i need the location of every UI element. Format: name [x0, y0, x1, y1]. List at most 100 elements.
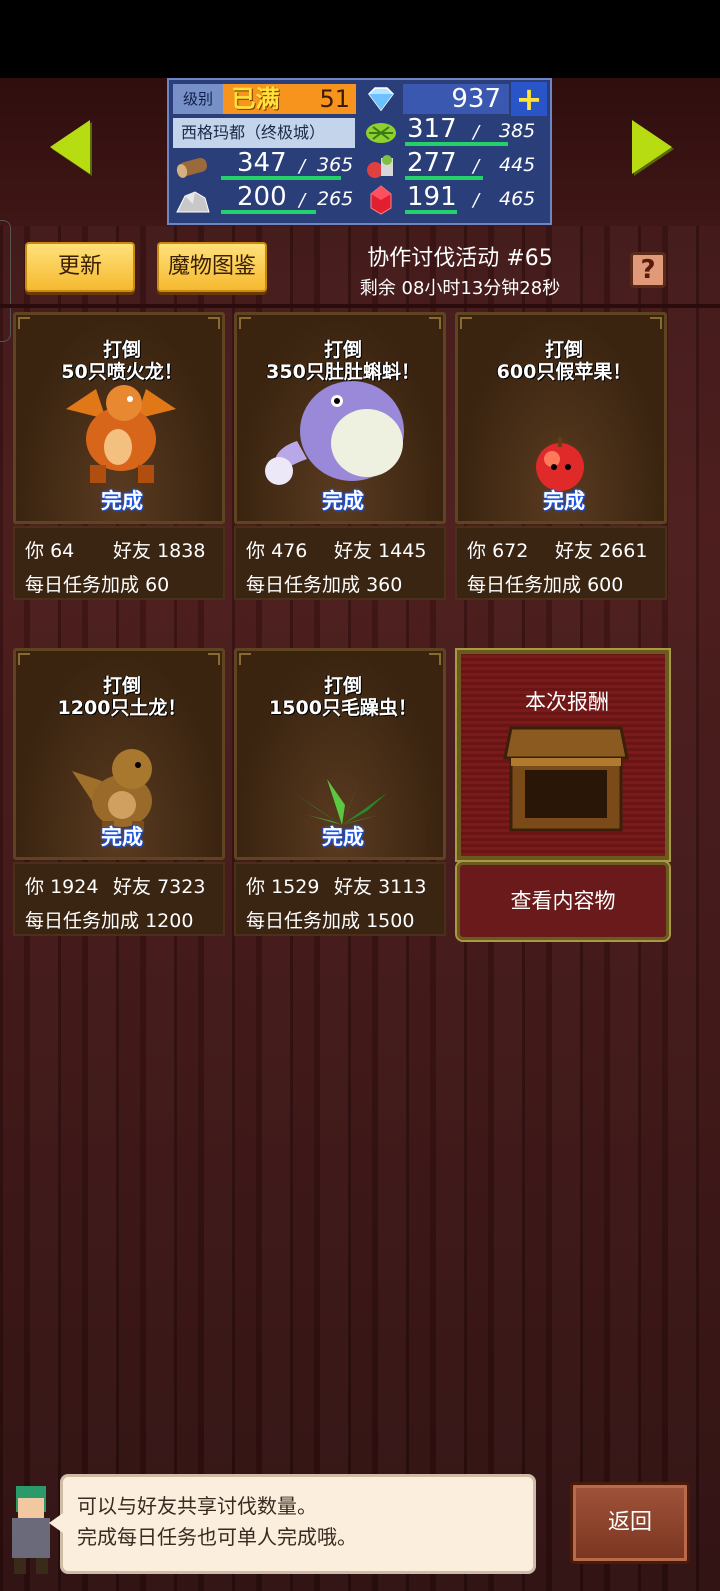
monster-book-button[interactable]: 魔物图鉴 [157, 242, 267, 292]
daily-bonus: 每日任务加成 1200 [25, 910, 194, 932]
stone-value: 200 [237, 182, 287, 212]
quest-title: 打倒 1200只土龙！ [57, 675, 187, 719]
wood-value: 347 [237, 148, 287, 178]
food-bar [405, 176, 483, 180]
event-remaining-time: 剩余 08小时13分钟28秒 [359, 278, 561, 299]
food-value: 277 [407, 148, 457, 178]
food-resource: 277 / 445 [403, 148, 543, 182]
grass-resource: 317 / 385 [403, 114, 543, 148]
gem-count: 937 [403, 84, 509, 114]
quest-title: 打倒 1500只毛躁虫！ [269, 675, 417, 719]
back-button[interactable]: 返回 [570, 1482, 690, 1564]
kill-counts: 你 64 好友 1838 [25, 540, 206, 562]
quest-stats: 你 476 好友 1445 每日任务加成 360 [234, 526, 446, 600]
kill-counts: 你 672 好友 2661 [467, 540, 648, 562]
stone-resource: 200 / 265 [219, 182, 355, 216]
ruby-max: 465 [499, 188, 536, 210]
hint-line-2: 完成每日任务也可单人完成哦。 [77, 1525, 357, 1549]
wood-max: 365 [317, 154, 354, 176]
wood-resource: 347 / 365 [219, 148, 355, 182]
daily-bonus: 每日任务加成 600 [467, 574, 624, 596]
completed-label: 完成 [101, 489, 143, 513]
quest-title: 打倒 350只肚肚蝌蚪！ [266, 339, 420, 383]
help-button[interactable]: ? [630, 252, 666, 288]
ruby-bar [405, 210, 457, 214]
level-max-badge: 已满 [223, 84, 288, 114]
daily-bonus: 每日任务加成 360 [246, 574, 403, 596]
daily-bonus-value: 600 [587, 574, 624, 596]
earth-dragon-icon [72, 749, 152, 831]
completed-label: 完成 [101, 825, 143, 849]
kill-counts: 你 1924 好友 7323 [25, 876, 206, 898]
reward-title: 本次报酬 [525, 690, 609, 714]
friend-count: 1445 [378, 540, 427, 562]
quest-card-image: 打倒 1500只毛躁虫！ 完成 [234, 648, 446, 860]
next-arrow-icon[interactable] [632, 120, 672, 174]
quest-card[interactable]: 打倒 1500只毛躁虫！ 完成 你 1529 好友 3113 每日任务加成 150… [234, 648, 446, 938]
treasure-chest-icon [503, 726, 629, 832]
wood-log-icon [173, 150, 213, 182]
quest-card[interactable]: 打倒 1200只土龙！ 完成 你 1924 好友 7323 每日任务加成 1200 [13, 648, 225, 938]
quest-card-image: 打倒 1200只土龙！ 完成 [13, 648, 225, 860]
reward-panel: 本次报酬 [455, 648, 671, 862]
completed-label: 完成 [322, 489, 364, 513]
wood-bar [221, 176, 341, 180]
quest-card-image: 打倒 50只喷火龙！ 完成 [13, 312, 225, 524]
level-label: 级别 [173, 84, 223, 114]
update-button[interactable]: 更新 [25, 242, 135, 292]
header-divider [0, 304, 720, 308]
quest-card-image: 打倒 350只肚肚蝌蚪！ 完成 [234, 312, 446, 524]
daily-bonus-value: 360 [366, 574, 403, 596]
quest-title: 打倒 600只假苹果！ [496, 339, 632, 383]
food-max: 445 [499, 154, 536, 176]
stone-max: 265 [317, 188, 354, 210]
hint-line-1: 可以与好友共享讨伐数量。 [77, 1494, 317, 1518]
quest-card[interactable]: 打倒 600只假苹果！ 完成 你 672 好友 2661 每日任务加成 600 [455, 312, 667, 602]
quest-stats: 你 64 好友 1838 每日任务加成 60 [13, 526, 225, 600]
prev-arrow-icon[interactable] [50, 120, 90, 174]
your-count: 672 [492, 540, 529, 562]
reward-card[interactable]: 本次报酬 查看内容物 [455, 648, 671, 942]
quest-card[interactable]: 打倒 350只肚肚蝌蚪！ 完成 你 476 好友 1445 每日任务加成 360 [234, 312, 446, 602]
daily-bonus: 每日任务加成 1500 [246, 910, 415, 932]
quest-card-image: 打倒 600只假苹果！ 完成 [455, 312, 667, 524]
quest-title: 打倒 50只喷火龙！ [61, 339, 183, 383]
grass-max: 385 [499, 120, 536, 142]
grass-icon [361, 116, 401, 148]
quest-stats: 你 1924 好友 7323 每日任务加成 1200 [13, 862, 225, 936]
friend-count: 3113 [378, 876, 427, 898]
view-contents-button[interactable]: 查看内容物 [455, 860, 671, 942]
quest-stats: 你 672 好友 2661 每日任务加成 600 [455, 526, 667, 600]
ruby-resource: 191 / 465 [403, 182, 543, 216]
edge-tab[interactable] [0, 220, 11, 342]
hint-bubble: 可以与好友共享讨伐数量。 完成每日任务也可单人完成哦。 [49, 1474, 536, 1574]
kill-counts: 你 476 好友 1445 [246, 540, 427, 562]
ruby-icon [361, 184, 401, 216]
ruby-value: 191 [407, 182, 457, 212]
your-count: 476 [271, 540, 308, 562]
daily-bonus-value: 1500 [366, 910, 415, 932]
city-name: 西格玛都（终极城） [173, 118, 355, 148]
fire-dragon-icon [66, 385, 176, 483]
event-title: 协作讨伐活动 #65 [367, 246, 553, 271]
friend-count: 2661 [599, 540, 648, 562]
your-count: 1924 [50, 876, 99, 898]
friend-count: 7323 [157, 876, 206, 898]
stone-bar [221, 210, 316, 214]
daily-bonus-value: 1200 [145, 910, 194, 932]
your-count: 1529 [271, 876, 320, 898]
diamond-icon [361, 84, 401, 114]
add-gems-button[interactable]: + [511, 82, 547, 116]
completed-label: 完成 [322, 825, 364, 849]
tadpole-monster-icon [265, 381, 404, 485]
level-value: 51 [288, 84, 356, 114]
status-panel: 级别 已满 51 937 + 西格玛都（终极城） 317 / 385 347 /… [167, 78, 552, 225]
grass-value: 317 [407, 114, 457, 144]
daily-bonus-value: 60 [145, 574, 170, 596]
quest-card[interactable]: 打倒 50只喷火龙！ 完成 你 64 好友 1838 每日任务加成 60 [13, 312, 225, 602]
daily-bonus: 每日任务加成 60 [25, 574, 170, 596]
food-icon [361, 150, 401, 182]
grass-bar [405, 142, 508, 146]
friend-count: 1838 [157, 540, 206, 562]
your-count: 64 [50, 540, 75, 562]
